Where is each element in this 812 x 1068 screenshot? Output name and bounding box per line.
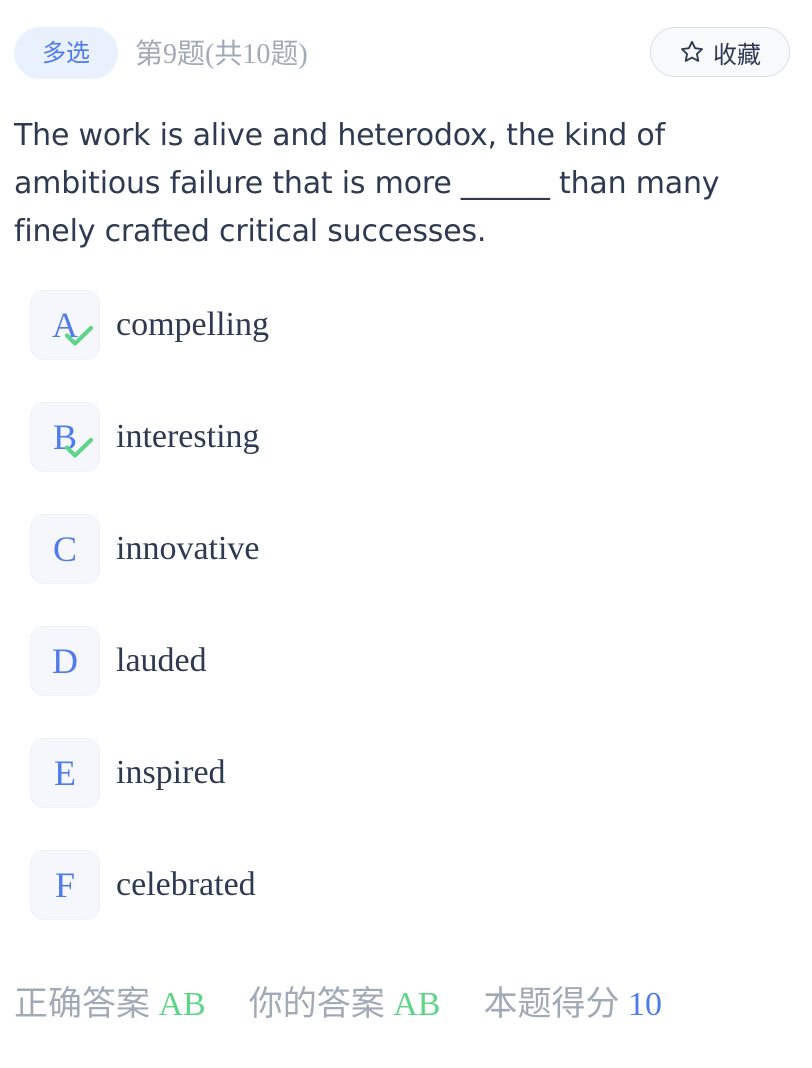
option-text: lauded xyxy=(116,642,207,679)
option-letter-box: F xyxy=(30,850,100,920)
option-d[interactable]: D lauded xyxy=(30,626,790,696)
option-letter: F xyxy=(54,865,76,905)
option-letter-box: A xyxy=(30,290,100,360)
option-b[interactable]: B interesting xyxy=(30,402,790,472)
favorite-button[interactable]: 收藏 xyxy=(650,27,790,77)
score-value: 10 xyxy=(627,986,662,1023)
check-icon xyxy=(64,436,94,465)
option-letter-box: C xyxy=(30,514,100,584)
option-text: innovative xyxy=(116,530,260,567)
option-letter-box: B xyxy=(30,402,100,472)
option-text: compelling xyxy=(116,306,269,343)
option-a[interactable]: A compelling xyxy=(30,290,790,360)
check-icon xyxy=(64,324,94,353)
favorite-label: 收藏 xyxy=(713,40,761,69)
star-outline-icon xyxy=(679,39,705,65)
your-answer-label: 你的答案 xyxy=(248,986,385,1023)
option-letter: D xyxy=(52,641,78,681)
option-e[interactable]: E inspired xyxy=(30,738,790,808)
option-letter: E xyxy=(54,753,76,793)
question-progress: 第9题(共10题) xyxy=(135,39,308,70)
answer-summary: 正确答案 AB 你的答案 AB 本题得分 10 xyxy=(14,980,662,1030)
correct-answer-value: AB xyxy=(158,986,206,1023)
option-letter-box: E xyxy=(30,738,100,808)
your-answer-value: AB xyxy=(393,986,441,1023)
option-text: interesting xyxy=(116,418,260,455)
score-label: 本题得分 xyxy=(483,986,620,1023)
option-list: A compelling B interesting C innovative … xyxy=(30,290,790,962)
option-f[interactable]: F celebrated xyxy=(30,850,790,920)
question-header: 多选 第9题(共10题) 收藏 xyxy=(14,27,790,79)
option-c[interactable]: C innovative xyxy=(30,514,790,584)
option-letter-box: D xyxy=(30,626,100,696)
option-text: celebrated xyxy=(116,866,256,903)
question-type-badge: 多选 xyxy=(14,27,118,79)
question-stem: The work is alive and heterodox, the kin… xyxy=(14,118,720,249)
correct-answer-label: 正确答案 xyxy=(14,986,150,1023)
option-text: inspired xyxy=(116,754,226,791)
option-letter: C xyxy=(52,529,77,569)
